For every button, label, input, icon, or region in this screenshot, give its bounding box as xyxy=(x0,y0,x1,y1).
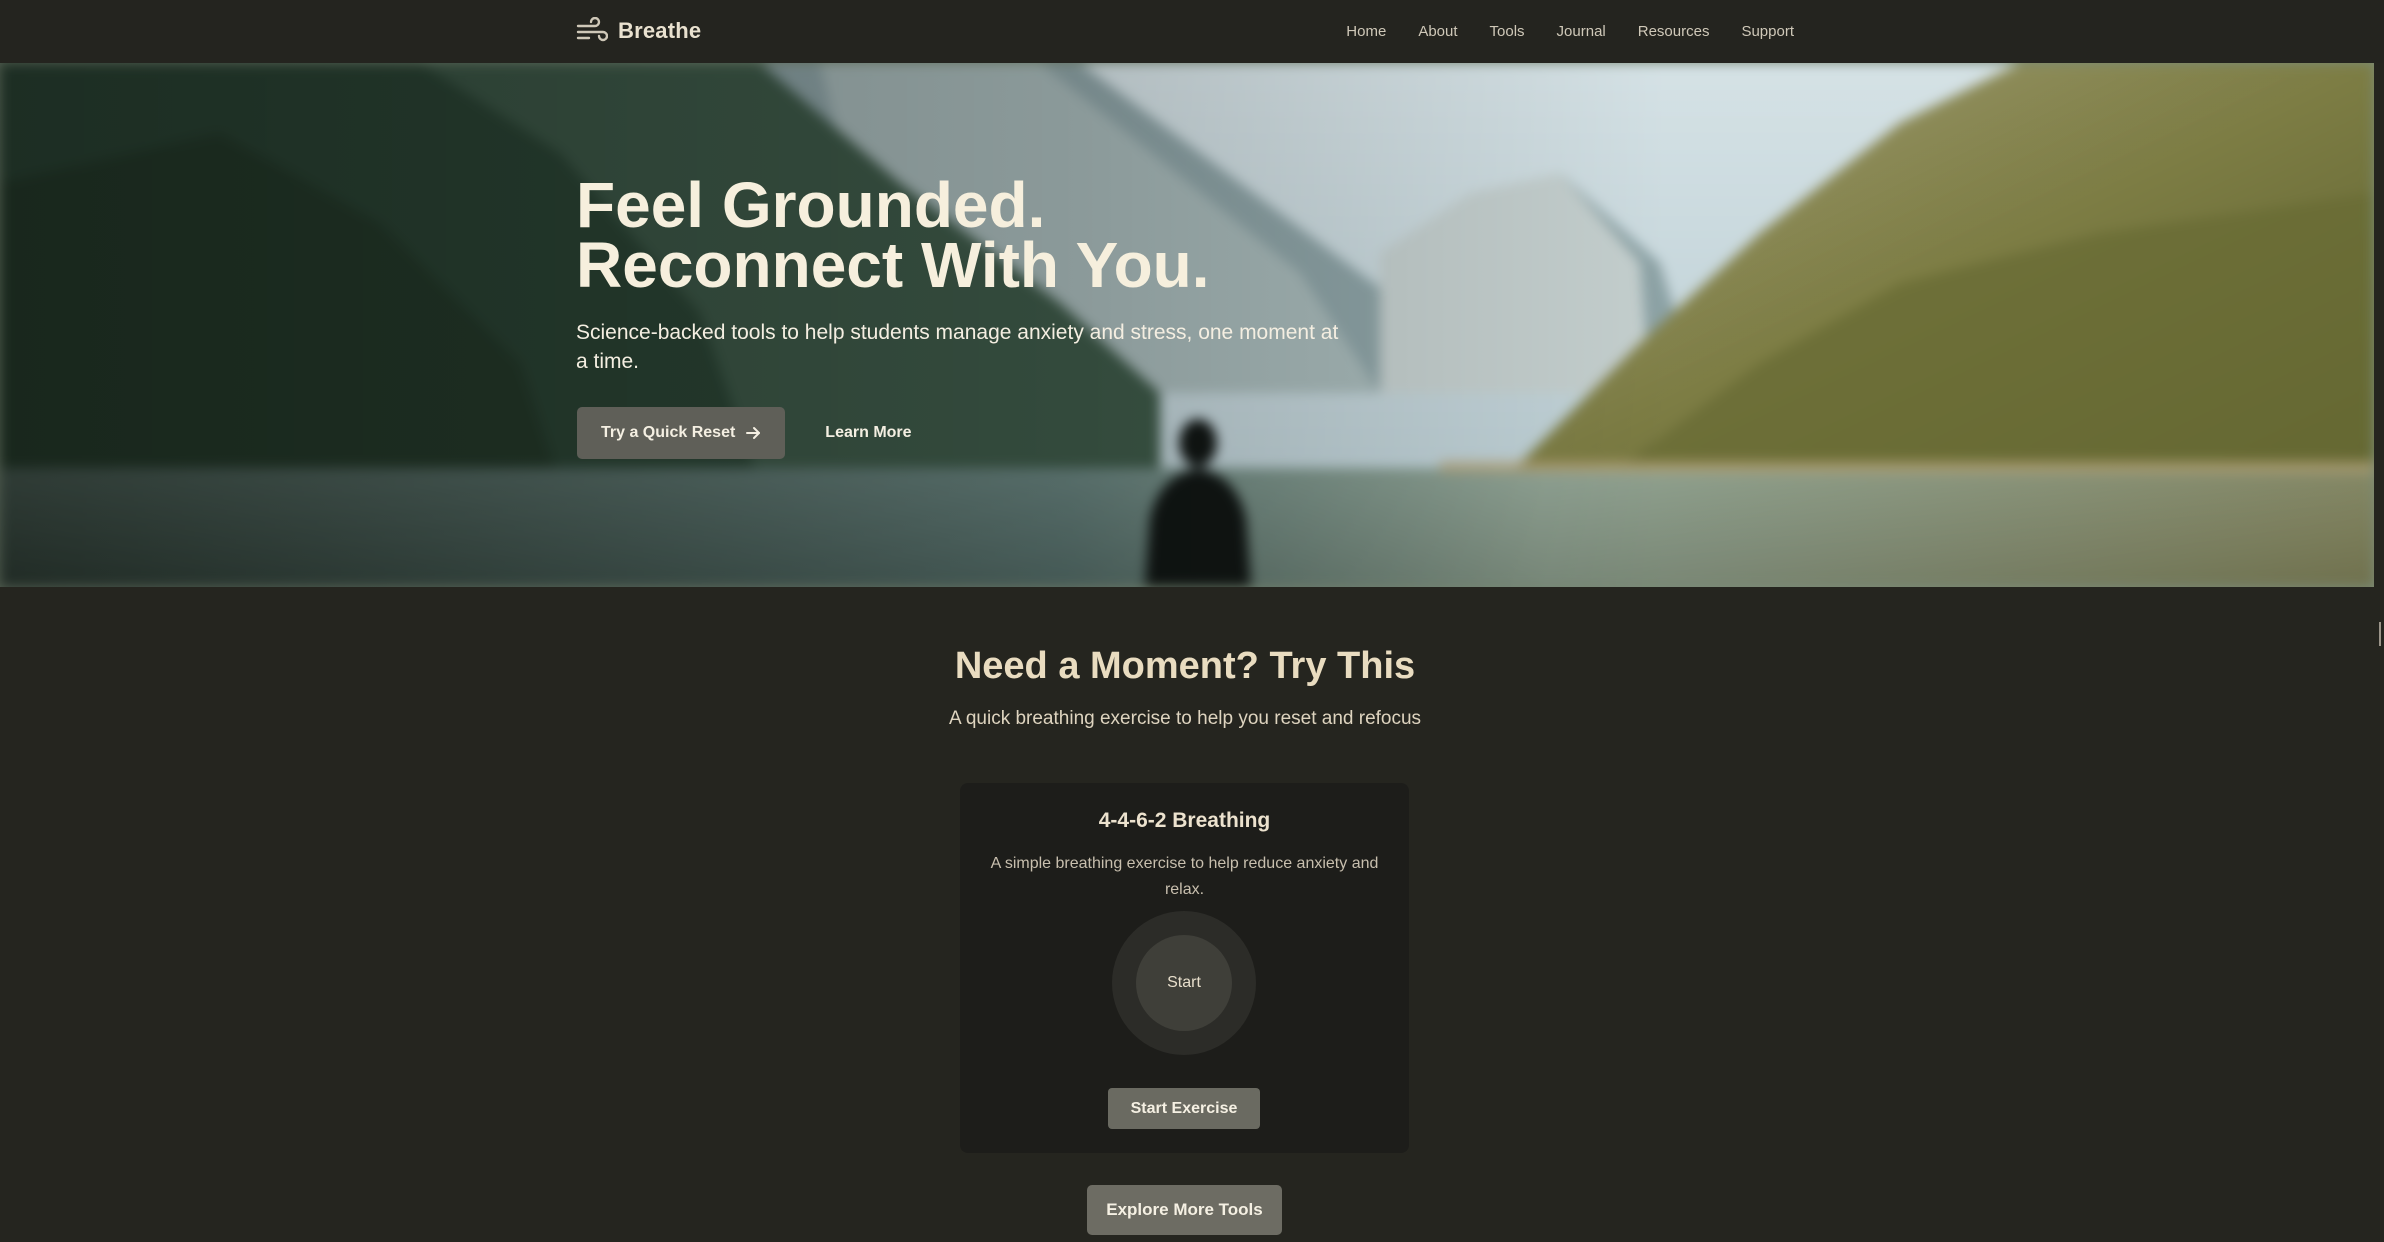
breathing-circle-start[interactable]: Start xyxy=(1136,935,1232,1031)
page: Breathe Home About Tools Journal Resourc… xyxy=(0,0,2384,1242)
brand-logo-link[interactable]: Breathe xyxy=(576,14,701,48)
nav-link-resources[interactable]: Resources xyxy=(1638,23,1710,40)
hero-actions: Try a Quick Reset Learn More xyxy=(577,407,912,459)
top-navbar: Breathe Home About Tools Journal Resourc… xyxy=(0,0,2384,63)
hero-subtitle: Science-backed tools to help students ma… xyxy=(576,321,1339,373)
try-quick-reset-label: Try a Quick Reset xyxy=(601,424,736,441)
hero-title-line-1: Feel Grounded. xyxy=(576,169,1046,241)
brand-name: Breathe xyxy=(618,18,702,43)
try-quick-reset-button[interactable]: Try a Quick Reset xyxy=(577,407,786,459)
main-nav: Home About Tools Journal Resources Suppo… xyxy=(1346,18,1794,44)
start-exercise-button[interactable]: Start Exercise xyxy=(1108,1088,1260,1129)
arrow-right-icon xyxy=(746,427,761,439)
breathing-exercise-card: 4-4-6-2 Breathing A simple breathing exe… xyxy=(960,783,1409,1153)
section-title: Need a Moment? Try This xyxy=(954,645,1416,687)
hero-title-line-2: Reconnect With You. xyxy=(576,229,1210,301)
explore-more-tools-button[interactable]: Explore More Tools xyxy=(1087,1185,1282,1235)
nav-link-journal[interactable]: Journal xyxy=(1557,23,1606,40)
section-subtitle: A quick breathing exercise to help you r… xyxy=(948,708,1422,729)
card-title: 4-4-6-2 Breathing xyxy=(1098,809,1271,832)
hero-title: Feel Grounded. Reconnect With You. xyxy=(576,169,1576,301)
card-description: A simple breathing exercise to help redu… xyxy=(990,855,1379,898)
nav-link-home[interactable]: Home xyxy=(1346,23,1386,40)
scrollbar-thumb[interactable] xyxy=(2379,622,2381,646)
nav-link-about[interactable]: About xyxy=(1418,23,1457,40)
nav-link-tools[interactable]: Tools xyxy=(1490,23,1525,40)
learn-more-link[interactable]: Learn More xyxy=(825,424,911,442)
hero-section: Feel Grounded. Reconnect With You. Scien… xyxy=(0,63,2374,587)
wind-icon xyxy=(576,17,608,42)
nav-link-support[interactable]: Support xyxy=(1741,23,1794,40)
breathing-circle-outer: Start xyxy=(1112,911,1256,1055)
